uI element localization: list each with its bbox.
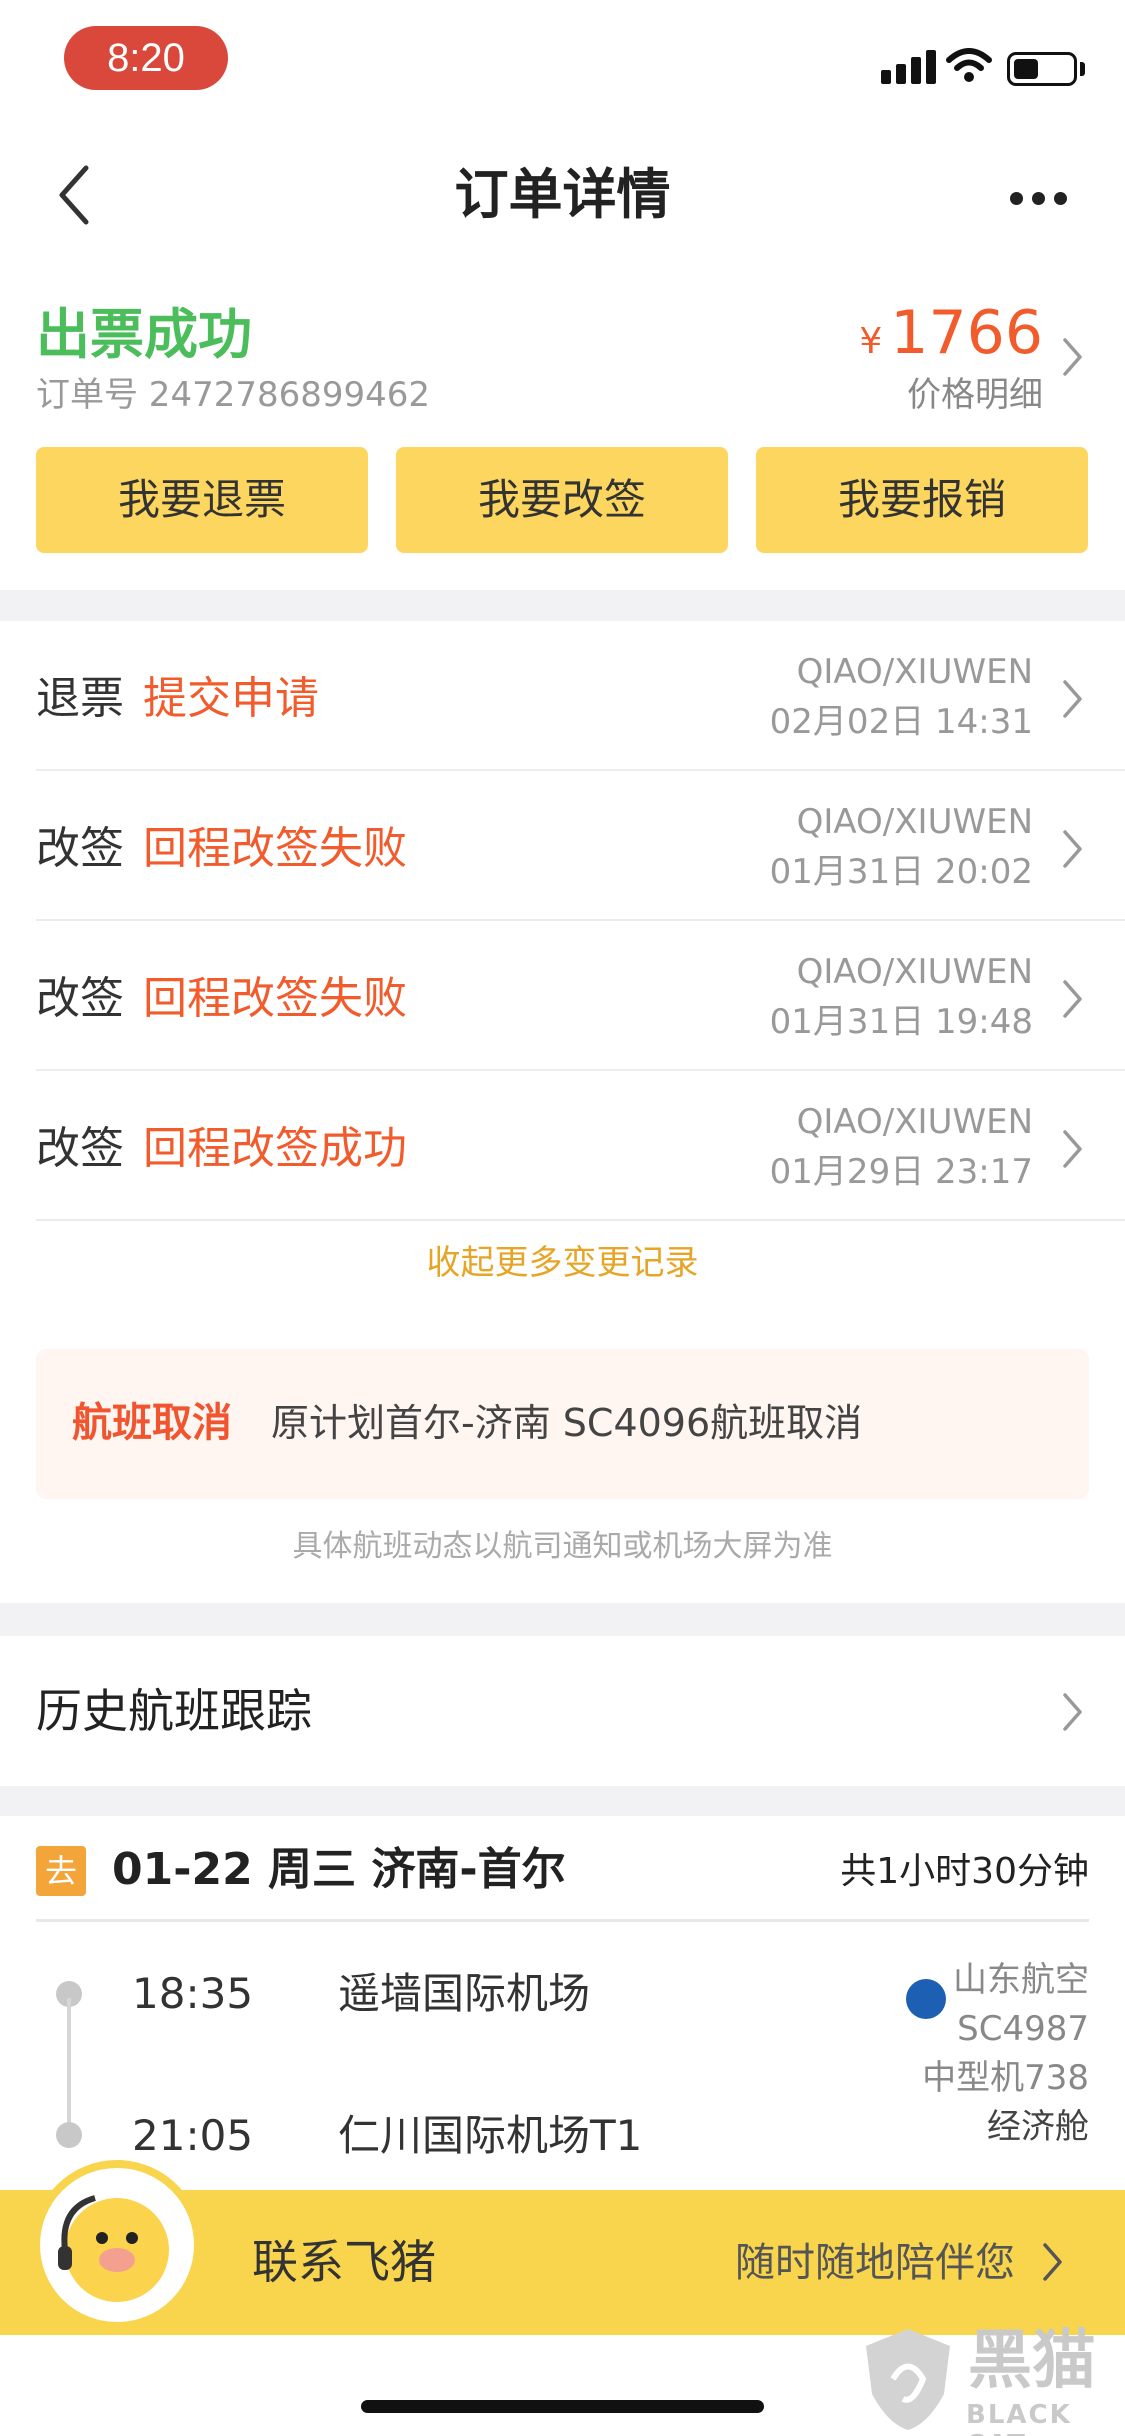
- action-buttons: 我要退票 我要改签 我要报销: [36, 447, 1089, 553]
- status-bar: 8:20: [0, 0, 1125, 120]
- nav-bar: 订单详情: [0, 120, 1125, 270]
- record-passenger: QIAO/XIUWEN: [796, 1102, 1033, 1142]
- contact-label: 联系飞猪: [252, 2235, 436, 2289]
- watermark-logo: 黑猫 BLACK CAT: [850, 2322, 1125, 2436]
- signal-bar: [896, 64, 906, 84]
- contact-subtitle: 随时随地陪伴您: [735, 2240, 1015, 2286]
- record-kind: 改签: [36, 1123, 124, 1174]
- timeline-line: [67, 1998, 71, 2126]
- record-kind: 改签: [36, 823, 124, 874]
- arrive-time: 21:05: [132, 2111, 254, 2160]
- battery-icon: [1007, 52, 1077, 86]
- chevron-right-icon: [1043, 2243, 1062, 2281]
- record-row[interactable]: 改签 回程改签失败 QIAO/XIUWEN 01月31日 20:02: [0, 771, 1125, 921]
- cabin-class: 经济舱: [987, 2107, 1089, 2147]
- status-time: 8:20: [64, 26, 228, 90]
- divider: [36, 1219, 1125, 1221]
- record-time: 01月31日 19:48: [769, 1002, 1033, 1042]
- record-time: 01月31日 20:02: [769, 852, 1033, 892]
- record-row[interactable]: 改签 回程改签失败 QIAO/XIUWEN 01月31日 19:48: [0, 921, 1125, 1071]
- flight-number: SC4987: [957, 2009, 1089, 2049]
- currency-symbol: ¥: [859, 321, 883, 362]
- record-time: 02月02日 14:31: [769, 702, 1033, 742]
- arrive-dot-icon: [56, 2122, 82, 2148]
- record-row[interactable]: 退票 提交申请 QIAO/XIUWEN 02月02日 14:31: [0, 621, 1125, 771]
- aircraft-type: 中型机738: [922, 2058, 1089, 2098]
- history-flight-tracking[interactable]: 历史航班跟踪: [0, 1636, 1125, 1786]
- watermark-text: 黑猫: [968, 2324, 1096, 2398]
- chevron-right-icon[interactable]: [1060, 335, 1086, 379]
- airline-name: 山东航空: [953, 1960, 1089, 2000]
- record-desc: 提交申请: [143, 673, 319, 724]
- arrive-airport: 仁川国际机场T1: [338, 2111, 643, 2160]
- notice-tag: 航班取消: [72, 1400, 232, 1446]
- record-time: 01月29日 23:17: [769, 1152, 1033, 1192]
- record-passenger: QIAO/XIUWEN: [796, 952, 1033, 992]
- chevron-right-icon: [1063, 830, 1082, 868]
- chevron-right-icon: [1063, 1130, 1082, 1168]
- mascot-avatar-icon[interactable]: [32, 2160, 202, 2330]
- signal-icon: [881, 70, 891, 84]
- chevron-right-icon: [1063, 980, 1082, 1018]
- record-desc: 回程改签失败: [143, 823, 407, 874]
- refund-button[interactable]: 我要退票: [36, 447, 368, 553]
- divider: [36, 1919, 1089, 1922]
- record-desc: 回程改签失败: [143, 973, 407, 1024]
- order-status: 出票成功: [36, 303, 252, 366]
- reimburse-button[interactable]: 我要报销: [756, 447, 1088, 553]
- price-detail-link[interactable]: 价格明细: [907, 370, 1043, 420]
- watermark-subtext: BLACK CAT: [966, 2400, 1072, 2436]
- flight-cancel-notice: 航班取消 原计划首尔-济南 SC4096航班取消: [36, 1349, 1089, 1499]
- footnote: 具体航班动态以航司通知或机场大屏为准: [292, 1529, 833, 1564]
- collapse-records-link[interactable]: 收起更多变更记录: [0, 1238, 1125, 1288]
- home-indicator[interactable]: [361, 2400, 764, 2413]
- record-passenger: QIAO/XIUWEN: [796, 802, 1033, 842]
- wifi-icon: [946, 48, 992, 82]
- depart-airport: 遥墙国际机场: [338, 1969, 591, 2018]
- outbound-tag: 去: [36, 1846, 86, 1896]
- price-amount: 1766: [890, 298, 1043, 368]
- history-label: 历史航班跟踪: [36, 1684, 312, 1738]
- depart-time: 18:35: [132, 1969, 254, 2018]
- battery-tip: [1080, 62, 1085, 76]
- signal-bar: [926, 50, 936, 84]
- record-kind: 改签: [36, 973, 124, 1024]
- page-title: 订单详情: [454, 163, 671, 226]
- signal-bar: [911, 57, 921, 84]
- chevron-right-icon: [1063, 680, 1082, 718]
- flight-duration: 共1小时30分钟: [840, 1851, 1089, 1892]
- more-icon[interactable]: [1010, 190, 1076, 209]
- record-row[interactable]: 改签 回程改签成功 QIAO/XIUWEN 01月29日 23:17: [0, 1071, 1125, 1221]
- record-passenger: QIAO/XIUWEN: [796, 652, 1033, 692]
- order-summary: 出票成功 订单号 2472786899462 ¥1766 价格明细 我要退票 我…: [0, 270, 1125, 590]
- order-number: 订单号 2472786899462: [36, 375, 431, 415]
- notice-text: 原计划首尔-济南 SC4096航班取消: [271, 1401, 863, 1445]
- rebook-button[interactable]: 我要改签: [396, 447, 728, 553]
- flight-route: 01-22 周三 济南-首尔: [112, 1844, 566, 1895]
- record-desc: 回程改签成功: [143, 1123, 407, 1174]
- change-records: 退票 提交申请 QIAO/XIUWEN 02月02日 14:31 改签 回程改签…: [0, 621, 1125, 1603]
- airline-logo-icon: [906, 1979, 946, 2019]
- record-kind: 退票: [36, 673, 124, 724]
- chevron-right-icon: [1063, 1693, 1082, 1731]
